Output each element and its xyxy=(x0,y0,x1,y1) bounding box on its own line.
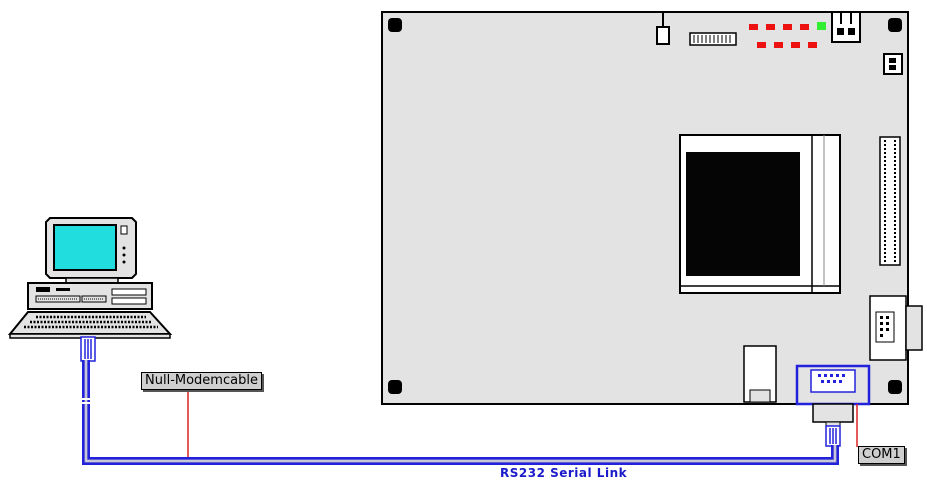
mounting-hole xyxy=(888,18,902,32)
mounting-hole xyxy=(388,380,402,394)
embedded-board-icon xyxy=(381,11,923,429)
mounting-hole xyxy=(388,18,402,32)
diagram-canvas xyxy=(7,11,923,465)
desktop-pc-icon xyxy=(7,217,173,339)
usb-connector-icon xyxy=(743,345,777,403)
serial-link-label: RS232 Serial Link xyxy=(500,466,628,480)
side-connector-icon xyxy=(869,295,923,361)
dip-switch-icon xyxy=(689,32,737,46)
db9-connector-icon xyxy=(795,364,871,429)
diagram xyxy=(0,0,927,484)
processor-icon xyxy=(679,134,841,294)
com1-label: COM1 xyxy=(858,446,905,464)
power-connector-icon xyxy=(831,11,861,43)
expansion-header-icon xyxy=(879,136,901,266)
pin-header-icon xyxy=(883,53,903,75)
cable-label: Null-Modemcable xyxy=(141,372,262,390)
mounting-hole xyxy=(888,380,902,394)
